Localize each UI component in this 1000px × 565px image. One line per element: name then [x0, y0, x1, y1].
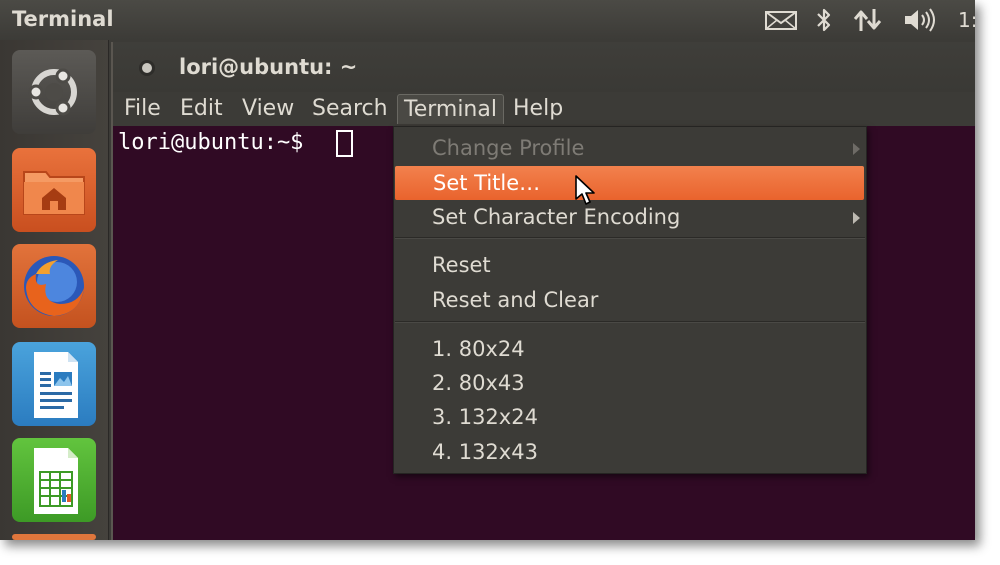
- menu-edit[interactable]: Edit: [174, 94, 229, 124]
- window-close-icon[interactable]: [135, 56, 159, 80]
- window-titlebar[interactable]: lori@ubuntu: ~: [113, 42, 975, 92]
- menu-item-reset[interactable]: Reset: [394, 248, 866, 282]
- launcher-item-partial[interactable]: [12, 534, 96, 540]
- submenu-arrow-icon: [853, 212, 860, 224]
- menu-search[interactable]: Search: [306, 94, 394, 124]
- ubuntu-logo-icon: [28, 68, 77, 116]
- menu-help[interactable]: Help: [507, 94, 569, 124]
- menubar: File Edit View Search Terminal Help: [113, 92, 975, 126]
- mail-icon[interactable]: [764, 7, 798, 33]
- menu-separator: [395, 321, 865, 323]
- clock[interactable]: 1:: [958, 8, 975, 32]
- launcher: [0, 40, 109, 540]
- window-title: lori@ubuntu: ~: [179, 55, 358, 79]
- terminal-menu-dropdown: Change Profile Set Title… Set Character …: [393, 126, 867, 474]
- launcher-item-dash-home[interactable]: [12, 50, 96, 134]
- menu-item-label: 2. 80x43: [432, 371, 525, 395]
- menu-item-set-character-encoding[interactable]: Set Character Encoding: [394, 200, 866, 234]
- submenu-arrow-icon: [853, 143, 860, 155]
- menu-item-size-80x24[interactable]: 1. 80x24: [394, 332, 866, 366]
- top-panel: Terminal 1:: [0, 0, 975, 40]
- launcher-item-firefox[interactable]: [12, 244, 96, 328]
- shell-prompt: lori@ubuntu:~$: [118, 130, 317, 155]
- home-folder-icon: [23, 171, 85, 215]
- volume-icon[interactable]: [902, 7, 940, 33]
- menu-item-label: 1. 80x24: [432, 337, 525, 361]
- bluetooth-icon[interactable]: [813, 7, 835, 33]
- launcher-item-libreoffice-writer[interactable]: [12, 342, 96, 426]
- menu-item-label: Change Profile: [432, 136, 585, 160]
- firefox-icon: [24, 256, 84, 316]
- calc-spreadsheet-icon: [34, 448, 78, 514]
- menu-item-size-132x24[interactable]: 3. 132x24: [394, 400, 866, 434]
- desktop-screenshot: Terminal 1:: [0, 0, 975, 540]
- menu-item-label: Set Title…: [433, 171, 541, 195]
- menu-item-label: Reset and Clear: [432, 288, 599, 312]
- menu-item-set-title[interactable]: Set Title…: [395, 166, 864, 200]
- mouse-pointer-icon: [575, 175, 595, 205]
- text-cursor: [336, 130, 353, 157]
- menu-item-size-132x43[interactable]: 4. 132x43: [394, 435, 866, 469]
- launcher-item-libreoffice-calc[interactable]: [12, 438, 96, 522]
- panel-app-title: Terminal: [12, 7, 114, 31]
- menu-view[interactable]: View: [236, 94, 300, 124]
- menu-separator: [395, 237, 865, 239]
- menu-item-label: Set Character Encoding: [432, 205, 681, 229]
- menu-item-label: 4. 132x43: [432, 440, 538, 464]
- writer-document-icon: [34, 352, 78, 418]
- launcher-item-home-folder[interactable]: [12, 148, 96, 232]
- menu-item-reset-and-clear[interactable]: Reset and Clear: [394, 283, 866, 317]
- menu-item-label: Reset: [432, 253, 491, 277]
- menu-item-label: 3. 132x24: [432, 405, 538, 429]
- menu-file[interactable]: File: [118, 94, 167, 124]
- menu-item-size-80x43[interactable]: 2. 80x43: [394, 366, 866, 400]
- menu-terminal[interactable]: Terminal: [397, 94, 504, 124]
- menu-item-change-profile: Change Profile: [394, 131, 866, 165]
- network-icon[interactable]: [852, 7, 884, 33]
